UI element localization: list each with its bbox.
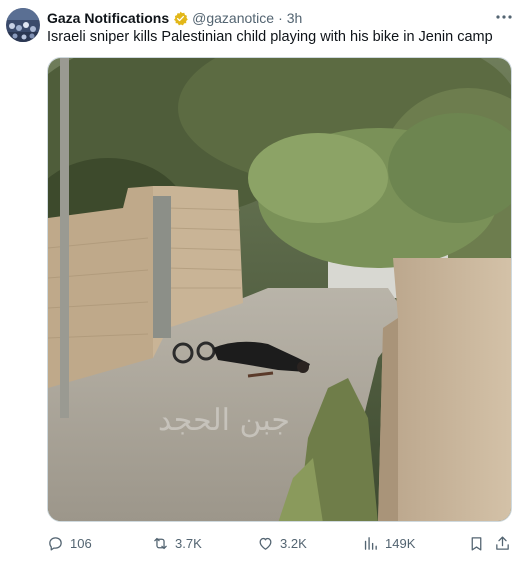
heart-icon [259,537,272,550]
views-icon [364,536,377,550]
bookmark-icon [471,536,482,551]
verified-badge-icon [173,11,188,26]
author-avatar[interactable] [6,8,40,42]
tweet-media-photo[interactable]: جبن الحجد [47,57,512,522]
views-button[interactable]: 149K [362,532,415,554]
repost-icon [154,537,167,549]
reply-button[interactable]: 106 [47,532,92,554]
tweet-text: Israeli sniper kills Palestinian child p… [47,29,493,45]
tweet-timestamp[interactable]: 3h [287,10,303,26]
more-icon[interactable] [494,8,514,26]
tweet-card[interactable]: Gaza Notifications @gazanotice · 3h Isra… [0,0,520,562]
reply-count: 106 [70,535,92,551]
like-button[interactable]: 3.2K [257,532,307,554]
repost-button[interactable]: 3.7K [152,532,202,554]
author-handle[interactable]: @gazanotice [192,10,274,26]
alley-photo: جبن الحجد [48,58,511,521]
tweet-actions: 106 3.7K 3.2K 149K [0,532,520,554]
like-count: 3.2K [280,535,307,551]
separator-dot: · [278,10,283,26]
photo-watermark: جبن الحجد [158,403,290,438]
reply-icon [49,536,62,551]
repost-count: 3.7K [175,535,202,551]
avatar-image [6,8,40,42]
share-icon [496,535,509,550]
bookmark-button[interactable] [468,532,491,554]
tweet-header: Gaza Notifications @gazanotice · 3h [47,9,302,27]
author-name[interactable]: Gaza Notifications [47,10,169,26]
share-button[interactable] [494,532,517,554]
views-count: 149K [385,535,416,551]
